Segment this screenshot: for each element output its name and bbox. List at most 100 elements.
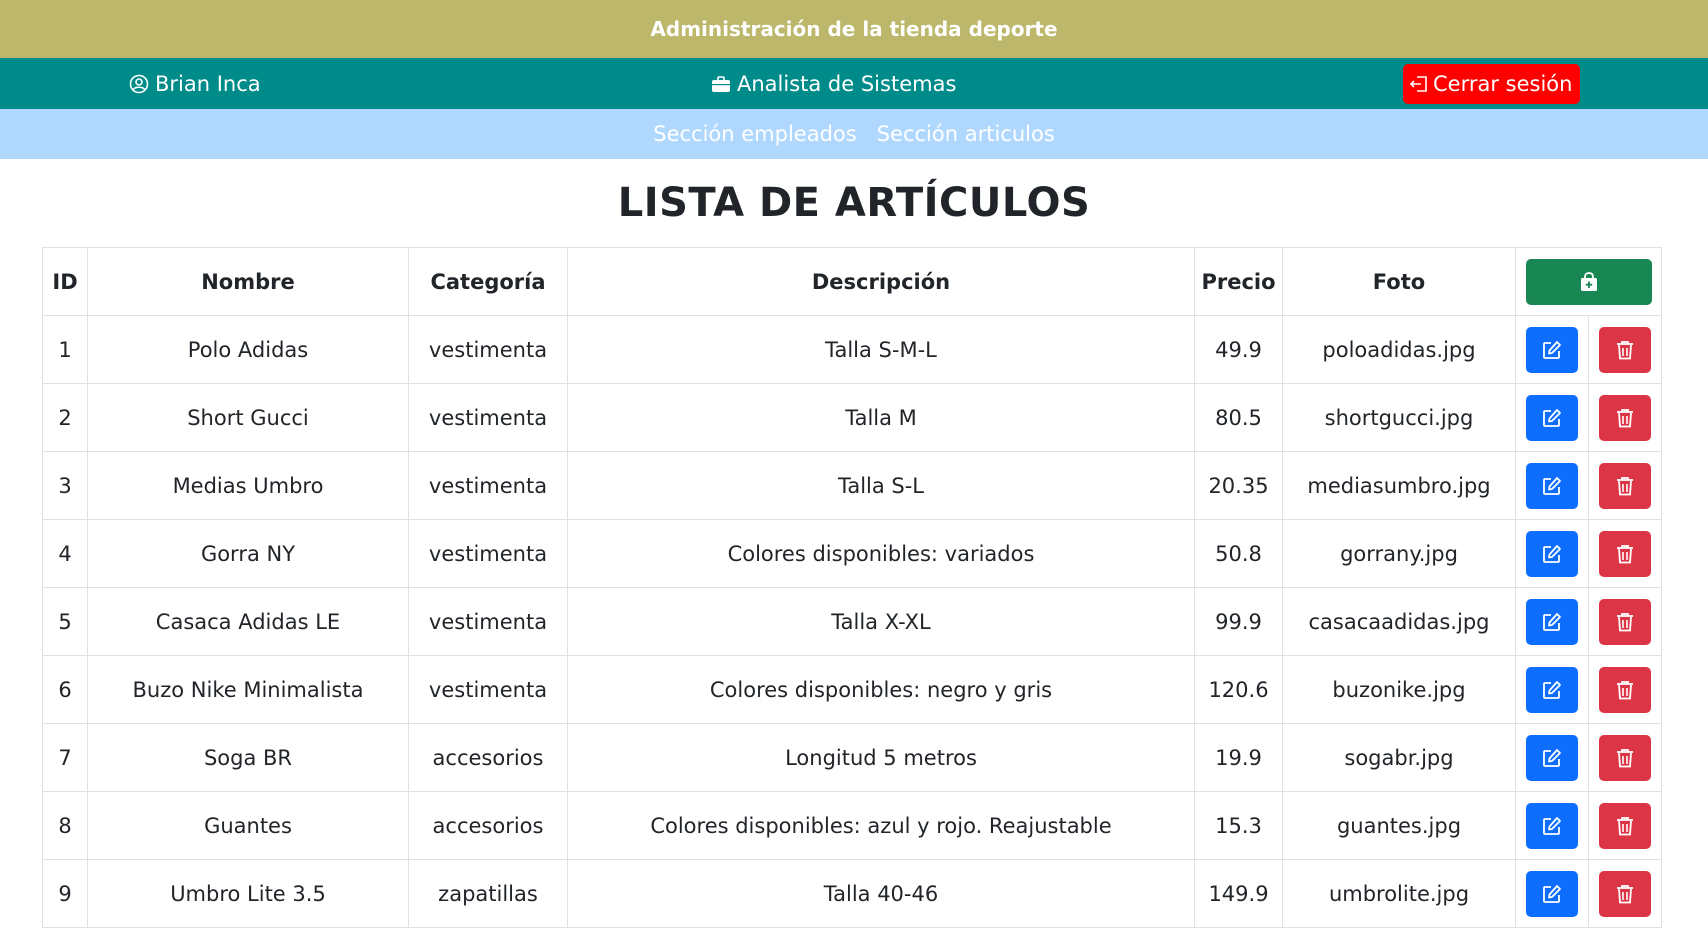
delete-button[interactable] [1599,326,1651,373]
cell-foto: sogabr.jpg [1282,723,1516,792]
delete-button[interactable] [1599,666,1651,713]
cell-nombre: Guantes [87,791,409,860]
cell-precio: 49.9 [1194,315,1283,384]
edit-button[interactable] [1526,802,1578,849]
trash-icon [1616,476,1634,496]
trash-icon [1616,884,1634,904]
cell-id: 6 [42,655,88,724]
cell-nombre: Polo Adidas [87,315,409,384]
nav-employees-link[interactable]: Sección empleados [653,122,856,146]
cell-foto: mediasumbro.jpg [1282,451,1516,520]
user-name: Brian Inca [155,71,261,96]
user-role-label: Analista de Sistemas [737,71,957,96]
delete-button[interactable] [1599,802,1651,849]
edit-icon [1542,408,1562,428]
nav-articles-link[interactable]: Sección articulos [877,122,1055,146]
cell-categoria: vestimenta [408,451,568,520]
cell-edit [1515,859,1589,928]
cell-id: 5 [42,587,88,656]
table-header-row: ID Nombre Categoría Descripción Precio F… [42,247,1662,316]
trash-icon [1616,612,1634,632]
edit-button[interactable] [1526,734,1578,781]
cell-foto: guantes.jpg [1282,791,1516,860]
cell-delete [1588,587,1662,656]
cell-foto: gorrany.jpg [1282,519,1516,588]
delete-button[interactable] [1599,462,1651,509]
cell-descripcion: Talla M [567,383,1195,452]
articles-table: ID Nombre Categoría Descripción Precio F… [42,247,1662,928]
cell-delete [1588,723,1662,792]
cell-foto: shortgucci.jpg [1282,383,1516,452]
cell-edit [1515,723,1589,792]
edit-button[interactable] [1526,598,1578,645]
cell-categoria: vestimenta [408,315,568,384]
cell-edit [1515,383,1589,452]
column-header-id: ID [42,247,88,316]
cell-descripcion: Colores disponibles: negro y gris [567,655,1195,724]
cell-nombre: Soga BR [87,723,409,792]
edit-icon [1542,816,1562,836]
page-title: LISTA DE ARTÍCULOS [617,180,1091,226]
user-bar: Brian Inca Analista de Sistemas Cerrar s… [0,58,1708,109]
edit-icon [1542,612,1562,632]
cell-nombre: Buzo Nike Minimalista [87,655,409,724]
cell-precio: 120.6 [1194,655,1283,724]
cell-precio: 149.9 [1194,859,1283,928]
cell-nombre: Casaca Adidas LE [87,587,409,656]
cell-descripcion: Talla S-L [567,451,1195,520]
column-header-nombre: Nombre [87,247,409,316]
cell-foto: umbrolite.jpg [1282,859,1516,928]
cell-edit [1515,587,1589,656]
cell-delete [1588,383,1662,452]
edit-icon [1542,748,1562,768]
edit-icon [1542,340,1562,360]
column-header-actions [1515,247,1662,316]
app-header: Administración de la tienda deporte [0,0,1708,58]
cell-foto: buzonike.jpg [1282,655,1516,724]
edit-icon [1542,476,1562,496]
cell-categoria: accesorios [408,723,568,792]
edit-button[interactable] [1526,530,1578,577]
trash-icon [1616,340,1634,360]
delete-button[interactable] [1599,734,1651,781]
edit-button[interactable] [1526,462,1578,509]
logout-button[interactable]: Cerrar sesión [1403,64,1581,104]
cell-precio: 20.35 [1194,451,1283,520]
cell-precio: 80.5 [1194,383,1283,452]
column-header-categoria: Categoría [408,247,568,316]
edit-button[interactable] [1526,870,1578,917]
edit-button[interactable] [1526,666,1578,713]
delete-button[interactable] [1599,598,1651,645]
cell-id: 3 [42,451,88,520]
add-article-button[interactable] [1525,258,1652,305]
cell-descripcion: Colores disponibles: azul y rojo. Reajus… [567,791,1195,860]
delete-button[interactable] [1599,870,1651,917]
table-row: 4 Gorra NY vestimenta Colores disponibles: … [42,519,1662,588]
cell-edit [1515,519,1589,588]
logout-icon [1409,75,1429,93]
cell-precio: 19.9 [1194,723,1283,792]
cell-precio: 50.8 [1194,519,1283,588]
trash-icon [1616,748,1634,768]
delete-button[interactable] [1599,394,1651,441]
cell-descripcion: Longitud 5 metros [567,723,1195,792]
app-title: Administración de la tienda deporte [650,17,1058,41]
edit-icon [1542,544,1562,564]
edit-button[interactable] [1526,394,1578,441]
edit-icon [1542,884,1562,904]
cell-descripcion: Talla S-M-L [567,315,1195,384]
delete-button[interactable] [1599,530,1651,577]
column-header-descripcion: Descripción [567,247,1195,316]
table-row: 2 Short Gucci vestimenta Talla M 80.5 shortgu… [42,383,1662,452]
section-nav: Sección empleados Sección articulos [0,109,1708,159]
edit-button[interactable] [1526,326,1578,373]
cell-precio: 15.3 [1194,791,1283,860]
cell-delete [1588,519,1662,588]
cell-delete [1588,315,1662,384]
cell-edit [1515,315,1589,384]
cell-categoria: vestimenta [408,587,568,656]
shopping-bag-plus-icon [1580,271,1598,292]
cell-delete [1588,859,1662,928]
trash-icon [1616,816,1634,836]
cell-descripcion: Colores disponibles: variados [567,519,1195,588]
